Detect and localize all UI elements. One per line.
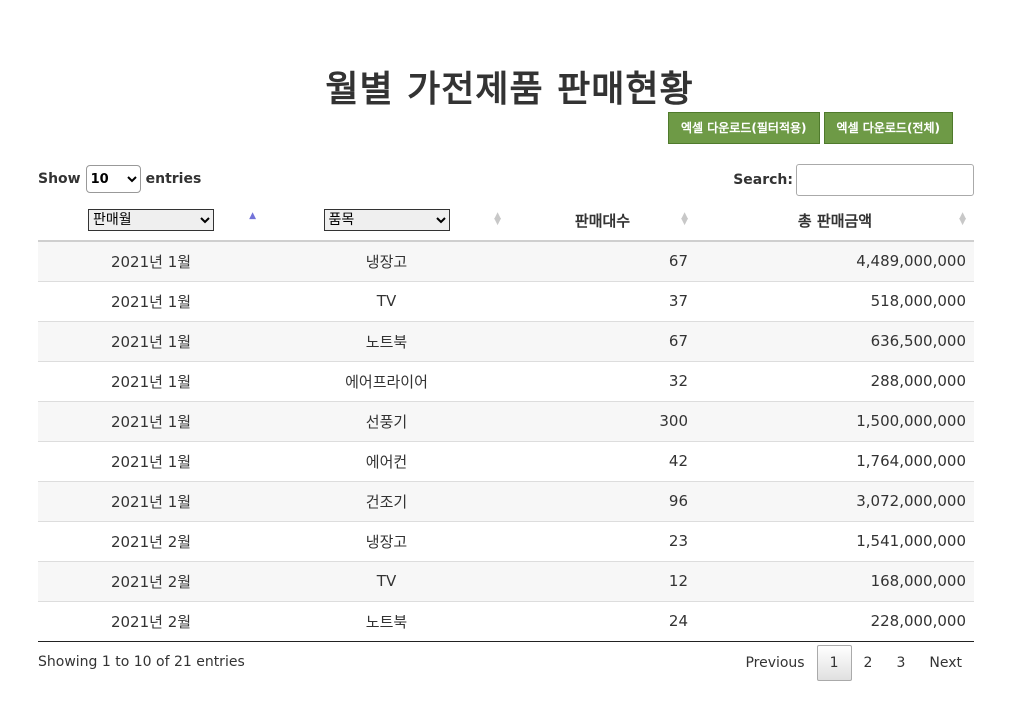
cell-item: TV (264, 280, 509, 321)
cell-month: 2021년 1월 (38, 360, 264, 401)
pagination-next-button[interactable]: Next (917, 645, 974, 681)
cell-month: 2021년 1월 (38, 320, 264, 361)
table-row: 2021년 1월 에어컨 42 1,764,000,000 (38, 440, 974, 481)
cell-total: 3,072,000,000 (696, 480, 974, 521)
cell-month: 2021년 1월 (38, 480, 264, 521)
cell-month: 2021년 1월 (38, 440, 264, 481)
header-total-label: 총 판매금액 (797, 211, 873, 230)
cell-total: 1,541,000,000 (696, 520, 974, 561)
cell-quantity: 67 (509, 320, 696, 361)
cell-total: 518,000,000 (696, 280, 974, 321)
table-info: Showing 1 to 10 of 21 entries (38, 654, 245, 670)
pagination-page-3[interactable]: 3 (884, 645, 917, 681)
sales-table: 판매월 ▲ 품목 ▲ ▼ 판매대수 ▲ ▼ 총 판매금액 ▲ ▼ 2021년 1월 (38, 200, 974, 642)
table-header-row: 판매월 ▲ 품목 ▲ ▼ 판매대수 ▲ ▼ 총 판매금액 ▲ ▼ (38, 200, 974, 242)
cell-quantity: 32 (509, 360, 696, 401)
table-row: 2021년 1월 냉장고 67 4,489,000,000 (38, 241, 974, 281)
cell-item: 냉장고 (264, 520, 509, 561)
length-suffix: entries (145, 171, 202, 187)
cell-total: 168,000,000 (696, 560, 974, 601)
cell-quantity: 300 (509, 400, 696, 441)
export-all-button[interactable]: 엑셀 다운로드(전체) (823, 112, 953, 144)
cell-item: 에어프라이어 (264, 360, 509, 401)
search-control: Search: (733, 164, 974, 196)
table-row: 2021년 1월 노트북 67 636,500,000 (38, 320, 974, 361)
search-label: Search: (733, 172, 793, 188)
cell-total: 636,500,000 (696, 320, 974, 361)
sort-both-icon: ▲ ▼ (494, 211, 501, 227)
header-month[interactable]: 판매월 ▲ (38, 200, 264, 242)
header-quantity-label: 판매대수 (574, 211, 631, 230)
month-filter-select[interactable]: 판매월 (88, 209, 214, 231)
export-filtered-button[interactable]: 엑셀 다운로드(필터적용) (667, 112, 820, 144)
cell-item: 건조기 (264, 480, 509, 521)
export-buttons: 엑셀 다운로드(필터적용) 엑셀 다운로드(전체) (667, 112, 953, 144)
cell-total: 228,000,000 (696, 600, 974, 642)
cell-quantity: 96 (509, 480, 696, 521)
table-row: 2021년 2월 TV 12 168,000,000 (38, 560, 974, 601)
search-input[interactable] (796, 164, 974, 196)
cell-item: 노트북 (264, 320, 509, 361)
cell-month: 2021년 1월 (38, 400, 264, 441)
cell-month: 2021년 1월 (38, 280, 264, 321)
table-row: 2021년 1월 에어프라이어 32 288,000,000 (38, 360, 974, 401)
cell-month: 2021년 2월 (38, 520, 264, 561)
pagination-previous-button[interactable]: Previous (733, 645, 816, 681)
item-filter-select[interactable]: 품목 (323, 209, 450, 231)
cell-total: 288,000,000 (696, 360, 974, 401)
header-quantity[interactable]: 판매대수 ▲ ▼ (509, 200, 696, 242)
cell-item: 냉장고 (264, 241, 509, 281)
cell-quantity: 37 (509, 280, 696, 321)
table-row: 2021년 1월 선풍기 300 1,500,000,000 (38, 400, 974, 441)
cell-quantity: 24 (509, 600, 696, 642)
table-row: 2021년 1월 건조기 96 3,072,000,000 (38, 480, 974, 521)
page-title: 월별 가전제품 판매현황 (325, 69, 694, 111)
cell-total: 1,764,000,000 (696, 440, 974, 481)
cell-quantity: 42 (509, 440, 696, 481)
header-total[interactable]: 총 판매금액 ▲ ▼ (696, 200, 974, 242)
cell-month: 2021년 1월 (38, 241, 264, 281)
cell-month: 2021년 2월 (38, 560, 264, 601)
cell-item: 에어컨 (264, 440, 509, 481)
cell-item: 노트북 (264, 600, 509, 642)
cell-total: 1,500,000,000 (696, 400, 974, 441)
table-row: 2021년 2월 냉장고 23 1,541,000,000 (38, 520, 974, 561)
cell-quantity: 67 (509, 241, 696, 281)
entries-length-control: Show 10 entries (38, 165, 201, 193)
pagination-page-2[interactable]: 2 (852, 645, 885, 681)
cell-item: TV (264, 560, 509, 601)
cell-item: 선풍기 (264, 400, 509, 441)
cell-quantity: 23 (509, 520, 696, 561)
pagination: Previous 1 2 3 Next (733, 645, 974, 681)
cell-quantity: 12 (509, 560, 696, 601)
header-item[interactable]: 품목 ▲ ▼ (264, 200, 509, 242)
length-prefix: Show (38, 171, 81, 187)
table-row: 2021년 2월 노트북 24 228,000,000 (38, 600, 974, 642)
pagination-page-1[interactable]: 1 (816, 645, 852, 681)
sort-both-icon: ▲ ▼ (959, 211, 966, 227)
sort-both-icon: ▲ ▼ (681, 211, 688, 227)
cell-month: 2021년 2월 (38, 600, 264, 642)
cell-total: 4,489,000,000 (696, 241, 974, 281)
entries-length-select[interactable]: 10 (85, 165, 141, 193)
sort-ascending-icon: ▲ (249, 211, 256, 221)
table-row: 2021년 1월 TV 37 518,000,000 (38, 280, 974, 321)
